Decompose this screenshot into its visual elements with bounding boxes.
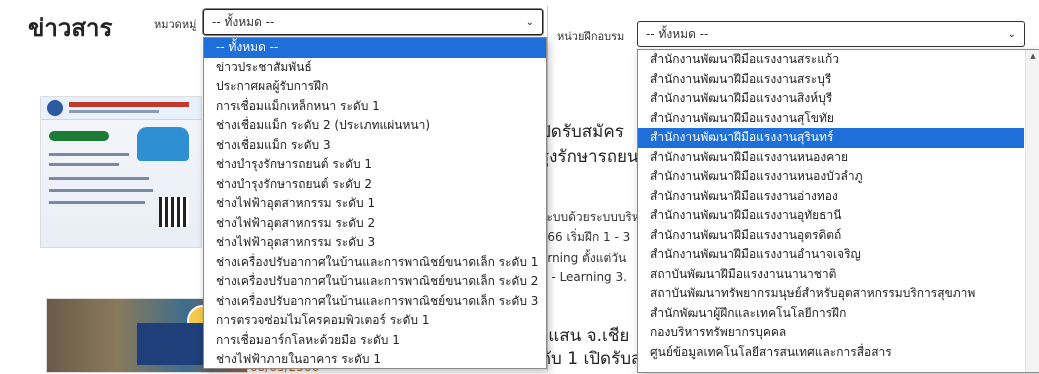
category-option[interactable]: การเชื่อมอาร์กโลหะด้วยมือ ระดับ 1 xyxy=(204,331,546,351)
unit-option[interactable]: สำนักงานพัฒนาฝีมือแรงงานสระแก้ว xyxy=(638,50,1024,70)
unit-label: หน่วยฝึกอบรม xyxy=(557,30,625,43)
category-option[interactable]: ช่างไฟฟ้าภายในอาคาร ระดับ 1 xyxy=(204,350,546,368)
unit-option[interactable]: ศูนย์ข้อมูลเทคโนโลยีสารสนเทศและการสื่อสา… xyxy=(638,343,1024,363)
unit-dropdown-list[interactable]: สำนักงานพัฒนาฝีมือแรงงานสระแก้ว สำนักงาน… xyxy=(637,49,1039,373)
unit-option[interactable]: สำนักงานพัฒนาฝีมือแรงงานหนองบัวลำภู xyxy=(638,167,1024,187)
category-option[interactable]: ข่าวประชาสัมพันธ์ xyxy=(204,58,546,78)
unit-select-value: -- ทั้งหมด -- xyxy=(646,26,709,41)
news-1-title-a[interactable]: ปิดรับสมัคร xyxy=(540,118,624,145)
category-option[interactable]: ช่างไฟฟ้าอุตสาหกรรม ระดับ 3 xyxy=(204,233,546,253)
unit-option[interactable]: สำนักงานพัฒนาฝีมือแรงงานอ่างทอง xyxy=(638,187,1024,207)
unit-option[interactable]: สถาบันพัฒนาทรัพยากรมนุษย์สำหรับอุตสาหกรร… xyxy=(638,284,1024,304)
column-divider xyxy=(547,6,548,371)
news-1-line-1: ระบบด้วยระบบบริห xyxy=(540,210,640,224)
chevron-down-icon: ⌄ xyxy=(525,16,534,28)
page-title: ข่าวสาร xyxy=(28,14,113,42)
category-option[interactable]: ช่างเครื่องปรับอากาศในบ้านและการพาณิชย์ข… xyxy=(204,253,546,273)
news-1-line-2: e66 เริ่มฝึก 1 - 3 xyxy=(540,230,631,244)
category-option[interactable]: ประกาศผลผู้รับการฝึก xyxy=(204,77,546,97)
category-label: หมวดหมู่ xyxy=(154,18,197,31)
category-option[interactable]: ช่างเครื่องปรับอากาศในบ้านและการพาณิชย์ข… xyxy=(204,292,546,312)
category-option[interactable]: ช่างเครื่องปรับอากาศในบ้านและการพาณิชย์ข… xyxy=(204,272,546,292)
unit-option[interactable]: สำนักงานพัฒนาฝีมือแรงงานสระบุรี xyxy=(638,70,1024,90)
unit-option[interactable]: สำนักงานพัฒนาฝีมือแรงงานสุรินทร์ xyxy=(638,128,1024,148)
unit-option[interactable]: สำนักงานพัฒนาฝีมือแรงงานอุตรดิตถ์ xyxy=(638,226,1024,246)
news-2-title-b[interactable]: ดับ 1 เปิดรับส xyxy=(540,345,641,372)
category-select-value: -- ทั้งหมด -- xyxy=(212,14,275,29)
unit-option[interactable]: สำนักงานพัฒนาฝีมือแรงงานอุทัยธานี xyxy=(638,206,1024,226)
category-option[interactable]: ช่างเชื่อมแม็ก ระดับ 2 (ประเภทแผ่นหนา) xyxy=(204,116,546,136)
unit-option[interactable]: กองบริหารทรัพยากรบุคคล xyxy=(638,323,1024,343)
unit-option[interactable]: สำนักงานพัฒนาฝีมือแรงงานสุโขทัย xyxy=(638,109,1024,129)
unit-select[interactable]: -- ทั้งหมด -- ⌄ xyxy=(637,21,1025,47)
chevron-down-icon: ⌄ xyxy=(1007,28,1016,40)
unit-option[interactable]: สำนักพัฒนาผู้ฝึกและเทคโนโลยีการฝึก xyxy=(638,304,1024,324)
category-option[interactable]: การเชื่อมแม็กเหล็กหนา ระดับ 1 xyxy=(204,97,546,117)
category-dropdown-list[interactable]: -- ทั้งหมด -- ข่าวประชาสัมพันธ์ ประกาศผล… xyxy=(203,37,547,369)
news-1-line-3: arning ตั้งแต่วัน xyxy=(540,251,627,265)
news-thumbnail-1[interactable] xyxy=(40,96,202,248)
category-select[interactable]: -- ทั้งหมด -- ⌄ xyxy=(203,9,543,35)
scroll-up-arrow-icon[interactable]: ▲ xyxy=(1026,52,1039,60)
category-option[interactable]: ช่างไฟฟ้าอุตสาหกรรม ระดับ 2 xyxy=(204,214,546,234)
unit-option[interactable]: สำนักงานพัฒนาฝีมือแรงงานสิงห์บุรี xyxy=(638,89,1024,109)
unit-option[interactable]: สถาบันพัฒนาฝีมือแรงงานนานาชาติ xyxy=(638,265,1024,285)
unit-option[interactable]: สำนักงานพัฒนาฝีมือแรงงานอำนาจเจริญ xyxy=(638,245,1024,265)
category-option[interactable]: ช่างบำรุงรักษารถยนต์ ระดับ 1 xyxy=(204,155,546,175)
unit-option[interactable]: สำนักงานพัฒนาฝีมือแรงงานหนองคาย xyxy=(638,148,1024,168)
news-1-title-b[interactable]: รุงรักษารถยน xyxy=(540,143,639,170)
category-option[interactable]: ช่างบำรุงรักษารถยนต์ ระดับ 2 xyxy=(204,175,546,195)
category-option[interactable]: การตรวจซ่อมไมโครคอมพิวเตอร์ ระดับ 1 xyxy=(204,311,546,331)
category-option[interactable]: ช่างเชื่อมแม็ก ระดับ 3 xyxy=(204,136,546,156)
category-option[interactable]: ช่างไฟฟ้าอุตสาหกรรม ระดับ 1 xyxy=(204,194,546,214)
unit-list-scrollbar[interactable]: ▲ xyxy=(1025,50,1039,372)
news-1-line-4: n - Learning 3. xyxy=(540,270,627,284)
category-option[interactable]: -- ทั้งหมด -- xyxy=(204,38,546,58)
